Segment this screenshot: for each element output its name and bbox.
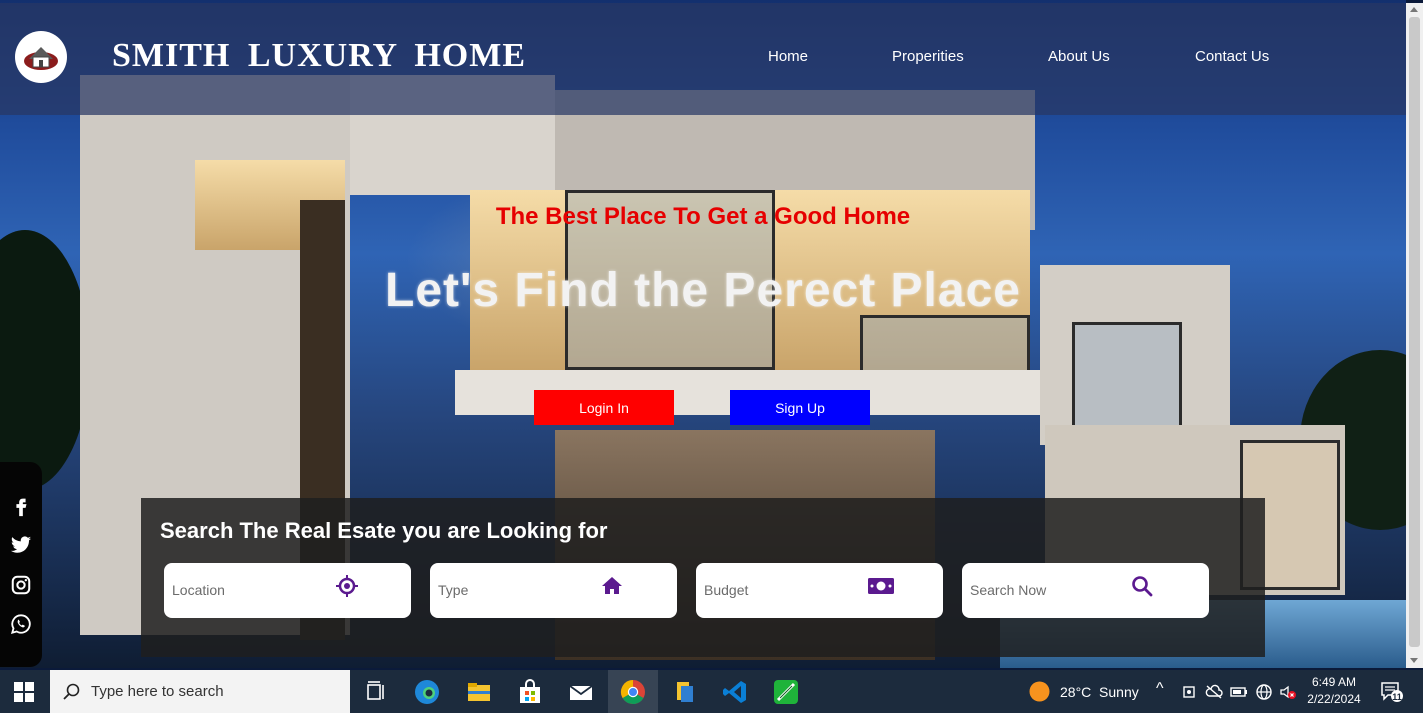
nav-about-us[interactable]: About Us xyxy=(1048,48,1110,65)
volume-muted-icon[interactable] xyxy=(1279,683,1297,701)
facebook-icon[interactable] xyxy=(10,495,32,517)
taskbar-search-icon xyxy=(63,683,80,700)
scroll-down-icon[interactable] xyxy=(1410,658,1418,663)
mail-icon[interactable] xyxy=(567,678,595,706)
files-icon[interactable] xyxy=(671,678,699,706)
search-panel: Search The Real Esate you are Looking fo… xyxy=(141,498,1265,657)
money-bill-icon[interactable] xyxy=(867,574,895,598)
weather-sun-icon[interactable] xyxy=(1029,681,1050,702)
twitter-icon[interactable] xyxy=(10,534,32,556)
hero-headline: Let's Find the Perect Place xyxy=(385,264,1021,317)
search-icon[interactable] xyxy=(1130,574,1154,598)
login-button[interactable]: Login In xyxy=(534,390,674,425)
scrollbar-thumb[interactable] xyxy=(1409,17,1420,647)
meet-now-icon[interactable] xyxy=(1181,684,1197,700)
brand-name: SMITH LUXURY HOME xyxy=(112,37,527,74)
social-sidebar xyxy=(0,462,42,667)
search-title: Search The Real Esate you are Looking fo… xyxy=(160,518,608,543)
budget-input[interactable] xyxy=(704,579,854,601)
location-field[interactable] xyxy=(164,563,411,618)
search-now-input[interactable] xyxy=(970,579,1120,601)
brand-logo[interactable] xyxy=(15,31,67,83)
taskbar-search-box[interactable]: Type here to search xyxy=(50,670,350,713)
network-globe-icon[interactable] xyxy=(1255,683,1273,701)
taskbar-clock[interactable]: 6:49 AM 2/22/2024 xyxy=(1303,674,1365,708)
store-icon[interactable] xyxy=(516,678,544,706)
scroll-up-icon[interactable] xyxy=(1410,7,1418,12)
nav-contact-us[interactable]: Contact Us xyxy=(1195,48,1269,65)
notification-count-badge: 11 xyxy=(1392,692,1402,702)
site-header: SMITH LUXURY HOME Home Properities About… xyxy=(0,3,1406,115)
location-input[interactable] xyxy=(172,579,322,601)
weather-text[interactable]: 28°C Sunny xyxy=(1060,684,1139,700)
page-scrollbar[interactable] xyxy=(1406,3,1423,668)
budget-field[interactable] xyxy=(696,563,943,618)
home-icon[interactable] xyxy=(600,574,624,598)
battery-icon[interactable] xyxy=(1230,685,1248,699)
chevron-up-icon[interactable]: ^ xyxy=(1156,680,1164,698)
windows-start-icon[interactable] xyxy=(14,682,34,702)
hero-tagline: The Best Place To Get a Good Home xyxy=(495,203,911,230)
app-icon[interactable] xyxy=(772,678,800,706)
clock-date: 2/22/2024 xyxy=(1307,692,1361,706)
windows-taskbar: Type here to search 28°C Sunny ^ 6:49 AM… xyxy=(0,670,1423,713)
cloud-offline-icon[interactable] xyxy=(1205,684,1223,700)
task-view-icon[interactable] xyxy=(362,678,390,706)
instagram-icon[interactable] xyxy=(10,574,32,596)
location-target-icon[interactable] xyxy=(335,574,359,598)
vscode-icon[interactable] xyxy=(721,678,749,706)
house-logo-icon xyxy=(24,47,58,70)
search-now-field[interactable] xyxy=(962,563,1209,618)
signup-button[interactable]: Sign Up xyxy=(730,390,870,425)
file-explorer-icon[interactable] xyxy=(465,678,493,706)
type-input[interactable] xyxy=(438,579,588,601)
type-field[interactable] xyxy=(430,563,677,618)
nav-properties[interactable]: Properities xyxy=(892,48,964,65)
chrome-icon[interactable] xyxy=(619,678,647,706)
whatsapp-icon[interactable] xyxy=(10,613,32,635)
clock-time: 6:49 AM xyxy=(1311,675,1357,689)
nav-home[interactable]: Home xyxy=(768,48,808,65)
taskbar-search-placeholder: Type here to search xyxy=(91,683,224,700)
edge-icon[interactable] xyxy=(413,678,441,706)
